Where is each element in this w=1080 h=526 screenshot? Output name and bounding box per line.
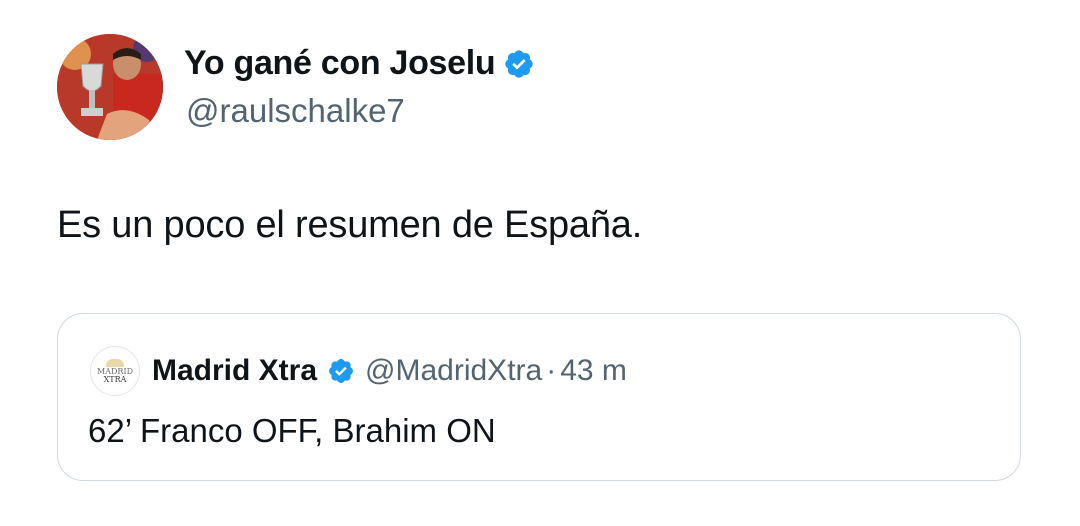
quoted-author-avatar[interactable]: MADRID XTRA (90, 346, 140, 396)
quoted-author-display-name[interactable]: Madrid Xtra (152, 354, 317, 388)
tweet-text: Es un poco el resumen de España. (57, 204, 643, 246)
author-handle[interactable]: @raulschalke7 (186, 92, 405, 130)
quoted-tweet-card[interactable]: MADRID XTRA Madrid Xtra @MadridXtra · 43… (57, 313, 1021, 481)
verified-badge-icon[interactable] (503, 48, 535, 80)
avatar-logo-line2: XTRA (103, 374, 127, 384)
verified-badge-icon[interactable] (327, 357, 355, 385)
avatar-photo (57, 34, 163, 140)
quoted-tweet-header: MADRID XTRA Madrid Xtra @MadridXtra · 43… (90, 346, 627, 396)
author-name-row: Yo gané con Joselu (184, 44, 535, 83)
quoted-tweet-text: 62’ Franco OFF, Brahim ON (88, 412, 496, 449)
author-avatar[interactable] (57, 34, 163, 140)
quoted-tweet-time[interactable]: 43 m (560, 354, 627, 388)
quoted-author-handle[interactable]: @MadridXtra (365, 354, 542, 388)
crest-icon (106, 358, 124, 367)
quoted-tweet-meta: @MadridXtra · 43 m (365, 354, 627, 388)
author-display-name[interactable]: Yo gané con Joselu (184, 44, 496, 83)
meta-separator: · (546, 354, 557, 387)
